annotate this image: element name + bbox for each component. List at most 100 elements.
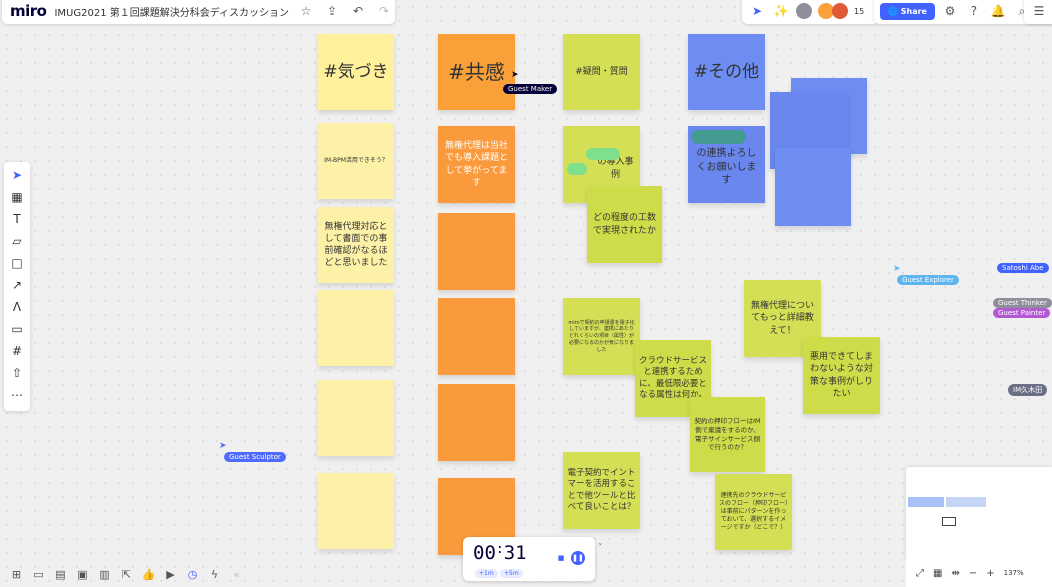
redacted-blob bbox=[567, 163, 587, 175]
sticky-note[interactable] bbox=[318, 473, 394, 549]
collapse-icon[interactable]: « bbox=[228, 568, 245, 581]
star-icon[interactable]: ☆ bbox=[297, 4, 315, 18]
sticky-note[interactable]: 連携先のクラウドサービスのフロー（押印フロー）は事前にパターンを作っておいて、選… bbox=[715, 474, 792, 550]
cursor-label: Guest Explorer bbox=[897, 275, 959, 285]
stop-icon[interactable]: ■ bbox=[554, 551, 568, 565]
sticky-note[interactable]: どの程度の工数で実現されたか bbox=[587, 186, 662, 263]
sticky-note[interactable] bbox=[438, 213, 515, 290]
collaborator-count[interactable]: 15 bbox=[854, 7, 864, 16]
note-text: 無権代理についてもっと詳細教えて！ bbox=[750, 301, 814, 336]
sticky-note[interactable] bbox=[438, 384, 515, 461]
add-5-minutes-button[interactable]: +5m bbox=[500, 569, 523, 578]
cursor-icon: ➤ bbox=[219, 441, 227, 451]
note-text: 電子契約でイントマーを活用することで他ツールと比べて良いことは？ bbox=[567, 467, 636, 512]
sticky-note[interactable] bbox=[438, 298, 515, 375]
settings-icon[interactable]: ⚙ bbox=[941, 4, 959, 18]
lightning-icon[interactable]: ϟ bbox=[206, 568, 223, 581]
map-icon[interactable]: ▦ bbox=[933, 568, 942, 579]
board-header: miro IMUG2021 第１回課題解決分科会ディスカッション ☆ ⇪ ↶ ↷ bbox=[2, 0, 395, 24]
note-text: IM-BPM活用できそう？ bbox=[324, 156, 388, 164]
sticky-note-header[interactable]: #その他 bbox=[688, 34, 765, 110]
redo-icon[interactable]: ↷ bbox=[375, 4, 393, 18]
timer-icon[interactable]: ◷ bbox=[184, 568, 201, 581]
connector-icon[interactable]: ↗ bbox=[8, 276, 26, 293]
miro-logo[interactable]: miro bbox=[10, 2, 47, 20]
shape-icon[interactable]: □ bbox=[8, 254, 26, 271]
sticky-note[interactable]: 契約の押印フローはIM側で稟議をするのか、電子サインサービス側で行うのか？ bbox=[690, 397, 765, 472]
note-text: 無権代理は当社でも導入課題として挙がってます bbox=[444, 141, 508, 188]
sticky-note[interactable] bbox=[318, 380, 394, 456]
sticky-note[interactable] bbox=[318, 290, 394, 366]
note-text: miroで契約の申請書を電子化していますが、連携にあたりどれくらいの項目（属性）… bbox=[568, 319, 635, 353]
bell-icon[interactable]: 🔔 bbox=[989, 4, 1007, 18]
zoom-out-icon[interactable]: − bbox=[969, 568, 977, 579]
cursor-icon[interactable]: ➤ bbox=[748, 4, 766, 18]
notes-icon[interactable]: ☰ bbox=[1030, 4, 1048, 18]
share-screen-icon[interactable]: ⇱ bbox=[118, 568, 135, 581]
sticky-note[interactable]: 悪用できてしまわないような対策な事例がしりたい bbox=[803, 337, 880, 414]
sticky-note-icon[interactable]: ▱ bbox=[8, 232, 26, 249]
board-title[interactable]: IMUG2021 第１回課題解決分科会ディスカッション bbox=[54, 4, 289, 19]
cursor-icon: ➤ bbox=[893, 264, 901, 274]
zoom-level[interactable]: 137% bbox=[1004, 569, 1024, 577]
fullscreen-icon[interactable]: ⤢ bbox=[916, 568, 924, 579]
avatar[interactable] bbox=[796, 3, 812, 19]
sticky-note[interactable]: miroで契約の申請書を電子化していますが、連携にあたりどれくらいの項目（属性）… bbox=[563, 298, 640, 375]
timer-display: 00:31 bbox=[473, 542, 527, 564]
note-text: どの程度の工数で実現されたか bbox=[592, 213, 656, 236]
vote-icon[interactable]: 👍 bbox=[140, 568, 157, 581]
sticky-note[interactable]: 無権代理対応として書面での事前確認がなるほどと思いました bbox=[318, 207, 394, 283]
note-text: 連携先のクラウドサービスのフロー（押印フロー）は事前にパターンを作っておいて、選… bbox=[719, 491, 789, 532]
text-icon[interactable]: T bbox=[8, 210, 26, 227]
select-icon[interactable]: ➤ bbox=[8, 166, 26, 183]
sticky-note-header[interactable]: #気づき bbox=[318, 34, 394, 110]
note-text: #疑問・質問 bbox=[575, 66, 628, 77]
frames-icon[interactable]: ⊞ bbox=[8, 568, 25, 581]
note-text: クラウドサービスと連携するために、最低限必要となる属性は何か。 bbox=[639, 355, 708, 400]
more-icon[interactable]: ⋯ bbox=[8, 386, 26, 403]
upload-icon[interactable]: ⇧ bbox=[8, 364, 26, 381]
cursor-label: IM久木田 bbox=[1008, 384, 1048, 396]
note-text: 悪用できてしまわないような対策な事例がしりたい bbox=[809, 352, 873, 399]
reaction-icon[interactable]: ✨ bbox=[772, 4, 790, 18]
sticky-note[interactable]: 無権代理は当社でも導入課題として挙がってます bbox=[438, 126, 515, 203]
share-label: Share bbox=[900, 6, 927, 16]
zoom-in-icon[interactable]: + bbox=[986, 568, 994, 579]
comment-icon[interactable]: ▭ bbox=[30, 568, 47, 581]
templates-icon[interactable]: ▦ bbox=[8, 188, 26, 205]
collapse-timer-icon[interactable]: ⌄ bbox=[597, 538, 604, 547]
add-1-minute-button[interactable]: +1m bbox=[475, 569, 498, 578]
upload-icon[interactable]: ⇪ bbox=[323, 4, 341, 18]
note-text: #気づき bbox=[323, 61, 389, 82]
pen-icon[interactable]: Λ bbox=[8, 298, 26, 315]
frame-icon[interactable]: # bbox=[8, 342, 26, 359]
pause-button[interactable]: ❚❚ bbox=[571, 551, 585, 565]
comment-icon[interactable]: ▭ bbox=[8, 320, 26, 337]
fit-icon[interactable]: ⇹ bbox=[951, 568, 959, 579]
video-icon[interactable]: ▶ bbox=[162, 568, 179, 581]
kanban-icon[interactable]: ▥ bbox=[96, 568, 113, 581]
sticky-note[interactable]: 電子契約でイントマーを活用することで他ツールと比べて良いことは？ bbox=[563, 452, 640, 529]
help-icon[interactable]: ? bbox=[965, 4, 983, 18]
note-text: #共感 bbox=[448, 59, 505, 84]
sticky-note[interactable] bbox=[775, 148, 851, 226]
cursor-icon: ➤ bbox=[511, 70, 519, 80]
sticky-note[interactable]: の連携よろしくお願いします bbox=[688, 126, 765, 203]
sticky-note[interactable]: IM-BPM活用できそう？ bbox=[318, 123, 394, 199]
undo-icon[interactable]: ↶ bbox=[349, 4, 367, 18]
sticky-note-header[interactable]: #疑問・質問 bbox=[563, 34, 640, 110]
collaboration-toolbar: ⊞ ▭ ▤ ▣ ▥ ⇱ 👍 ▶ ◷ ϟ « bbox=[0, 561, 258, 587]
sticky-note-header[interactable]: #共感 bbox=[438, 34, 515, 110]
note-text: #その他 bbox=[693, 61, 760, 82]
cards-icon[interactable]: ▣ bbox=[74, 568, 91, 581]
share-button[interactable]: 🌐 Share bbox=[880, 2, 935, 20]
minimap-preview bbox=[908, 497, 944, 507]
zoom-bar: ⤢ ▦ ⇹ − + 137% bbox=[906, 559, 1052, 587]
minimap[interactable] bbox=[906, 467, 1052, 559]
minimap-viewport[interactable] bbox=[942, 517, 956, 526]
avatar[interactable] bbox=[832, 3, 848, 19]
cursor-label: Satoshi Abe bbox=[997, 263, 1049, 273]
chat-icon[interactable]: ▤ bbox=[52, 568, 69, 581]
cursor-label: Guest Painter bbox=[993, 308, 1051, 318]
note-text: 無権代理対応として書面での事前確認がなるほどと思いました bbox=[324, 221, 388, 269]
